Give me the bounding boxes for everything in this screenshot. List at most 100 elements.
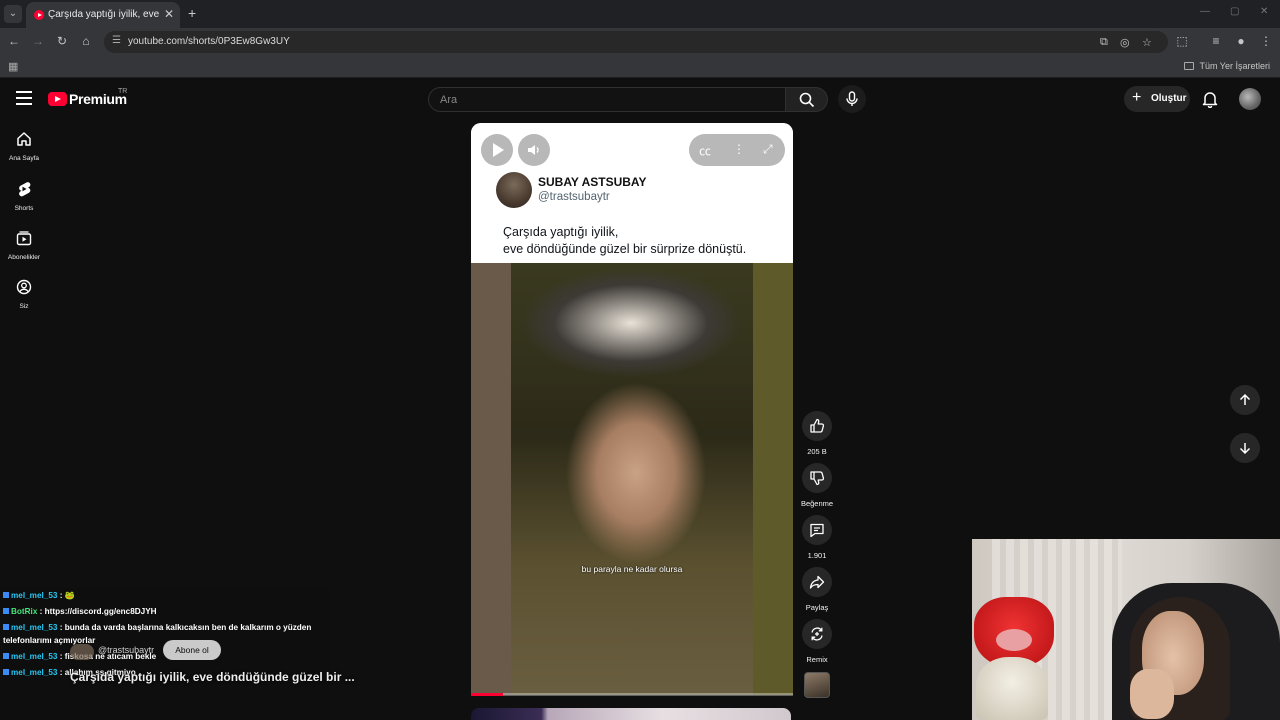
search-icon	[799, 92, 815, 108]
browser-tab-active[interactable]: Çarşıda yaptığı iyilik, eve döndü ✕	[26, 2, 180, 28]
home-icon	[17, 132, 31, 146]
bookmark-star-icon[interactable]: ☆	[1142, 36, 1152, 49]
site-info-icon[interactable]: ☰	[112, 35, 121, 46]
create-label: Oluştur	[1151, 93, 1187, 104]
comments-button[interactable]: 1.901	[801, 515, 833, 560]
arrow-down-icon	[1239, 443, 1251, 455]
previous-short-button[interactable]	[1230, 385, 1260, 415]
plus-icon: +	[1132, 89, 1142, 106]
channel-thumbnail[interactable]	[804, 672, 830, 698]
webcam-overlay	[972, 539, 1280, 720]
subscribe-button[interactable]: Abone ol	[163, 640, 221, 660]
bookmarks-bar: ▦ Tüm Yer İşaretleri	[0, 56, 1280, 78]
minimize-icon[interactable]: —	[1200, 6, 1210, 17]
share-label: Paylaş	[805, 603, 829, 612]
chat-text: https://discord.gg/enc8DJYH	[42, 607, 157, 616]
like-count: 205 B	[807, 447, 827, 456]
play-button[interactable]	[481, 134, 513, 166]
fullscreen-icon[interactable]: ⤢	[763, 142, 773, 157]
tweet-author-avatar	[496, 172, 532, 208]
browser-tabbar: ⌄ Çarşıda yaptığı iyilik, eve döndü ✕ + …	[0, 0, 1280, 28]
window-close-icon[interactable]: ✕	[1260, 6, 1268, 17]
arrow-up-icon	[1239, 393, 1251, 405]
apps-grid-icon[interactable]: ▦	[8, 60, 18, 73]
sidebar-item-shorts[interactable]: Shorts	[0, 181, 48, 212]
video-frame[interactable]: bu parayla ne kadar olursa	[471, 263, 793, 695]
reload-icon[interactable]: ↻	[54, 34, 70, 48]
sidebar-item-label: Shorts	[14, 205, 34, 212]
tweet-text-line: eve döndüğünde güzel bir sürprize dönüşt…	[503, 242, 747, 256]
chat-message: mel_mel_53 : 🐸	[3, 589, 329, 602]
chat-user: mel_mel_53	[11, 591, 58, 600]
url-text: youtube.com/shorts/0P3Ew8Gw3UY	[128, 36, 290, 47]
sidebar-item-label: Ana Sayfa	[9, 155, 39, 162]
sidebar-item-subscriptions[interactable]: Abonelikler	[0, 230, 48, 261]
tab-search-chevron-icon[interactable]: ⌄	[4, 5, 22, 23]
chat-text: 🐸	[62, 591, 75, 600]
tweet-overlay: ㏄ ⋮ ⤢ SUBAY ASTSUBAY @trastsubaytr Çarşı…	[471, 123, 793, 263]
plush-toy	[976, 657, 1048, 720]
new-tab-button[interactable]: +	[188, 5, 196, 21]
channel-handle[interactable]: @trastsubaytr	[98, 645, 154, 655]
tab-title: Çarşıda yaptığı iyilik, eve döndü	[48, 9, 160, 20]
tab-close-icon[interactable]: ✕	[164, 7, 174, 21]
account-avatar[interactable]	[1239, 88, 1261, 110]
tweet-author-handle: @trastsubaytr	[538, 191, 610, 203]
install-app-icon[interactable]: ⧉	[1100, 36, 1108, 49]
comment-icon	[810, 523, 824, 538]
logo-country-code: TR	[118, 88, 128, 95]
extensions-icon[interactable]: ⬚	[1174, 34, 1190, 48]
voice-search-button[interactable]	[838, 85, 866, 113]
chat-user: mel_mel_53	[11, 668, 58, 677]
address-bar[interactable]: ☰ youtube.com/shorts/0P3Ew8Gw3UY ⧉ ◎ ☆	[104, 31, 1168, 53]
all-bookmarks-button[interactable]: Tüm Yer İşaretleri	[1184, 61, 1270, 71]
all-bookmarks-label: Tüm Yer İşaretleri	[1199, 61, 1270, 71]
sidebar-item-home[interactable]: Ana Sayfa	[0, 131, 48, 162]
microphone-icon	[846, 91, 858, 106]
captions-icon[interactable]: ㏄	[699, 142, 711, 159]
eye-off-icon[interactable]: ◎	[1120, 36, 1130, 49]
browser-toolbar: ← → ↻ ⌂ ☰ youtube.com/shorts/0P3Ew8Gw3UY…	[0, 28, 1280, 56]
tweet-text: Çarşıda yaptığı iyilik, eve döndüğünde g…	[503, 224, 746, 258]
sidebar-item-you[interactable]: Siz	[0, 279, 48, 310]
next-short-button[interactable]	[1230, 433, 1260, 463]
share-button[interactable]: Paylaş	[801, 567, 833, 612]
youtube-play-logo-icon	[48, 92, 67, 106]
player-controls-group: ㏄ ⋮ ⤢	[689, 134, 785, 166]
short-title[interactable]: Çarşıda yaptığı iyilik, eve döndüğünde g…	[70, 670, 355, 684]
remix-button[interactable]: Remix	[801, 619, 833, 664]
video-progress-bar[interactable]	[471, 693, 793, 696]
chat-badge-icon	[3, 624, 9, 630]
youtube-header: Premium TR Ara + Oluştur	[0, 79, 1280, 119]
shorts-icon	[19, 182, 31, 197]
forward-icon[interactable]: →	[30, 34, 46, 48]
more-options-icon[interactable]: ⋮	[733, 142, 745, 156]
volume-button[interactable]	[518, 134, 550, 166]
media-controls-icon[interactable]: ≡	[1208, 34, 1224, 48]
back-icon[interactable]: ←	[6, 34, 22, 48]
search-input[interactable]: Ara	[428, 87, 786, 112]
remix-icon	[811, 627, 823, 641]
search-button[interactable]	[786, 87, 828, 112]
search-placeholder: Ara	[440, 94, 458, 106]
maximize-icon[interactable]: ▢	[1230, 6, 1239, 17]
notifications-bell-icon[interactable]	[1202, 90, 1218, 108]
dislike-button[interactable]: Beğenme	[801, 463, 833, 508]
channel-avatar[interactable]	[70, 644, 94, 660]
menu-kebab-icon[interactable]: ⋮	[1258, 34, 1274, 48]
chat-user: mel_mel_53	[11, 623, 58, 632]
chat-user: mel_mel_53	[11, 652, 58, 661]
streamer-hand	[1130, 669, 1174, 719]
thumbs-down-icon	[810, 471, 825, 486]
home-browser-icon[interactable]: ⌂	[78, 34, 94, 48]
sidebar-item-label: Abonelikler	[7, 254, 41, 261]
create-button[interactable]: + Oluştur	[1124, 86, 1190, 112]
like-button[interactable]: 205 B	[801, 411, 833, 456]
shorts-player[interactable]: ㏄ ⋮ ⤢ SUBAY ASTSUBAY @trastsubaytr Çarşı…	[471, 123, 793, 695]
video-progress-fill	[471, 693, 504, 696]
volume-icon	[528, 145, 539, 155]
sidebar-item-label: Siz	[19, 303, 29, 310]
menu-hamburger-icon[interactable]	[16, 91, 32, 105]
next-short-preview[interactable]	[471, 708, 791, 720]
profile-icon[interactable]: ●	[1233, 34, 1249, 48]
